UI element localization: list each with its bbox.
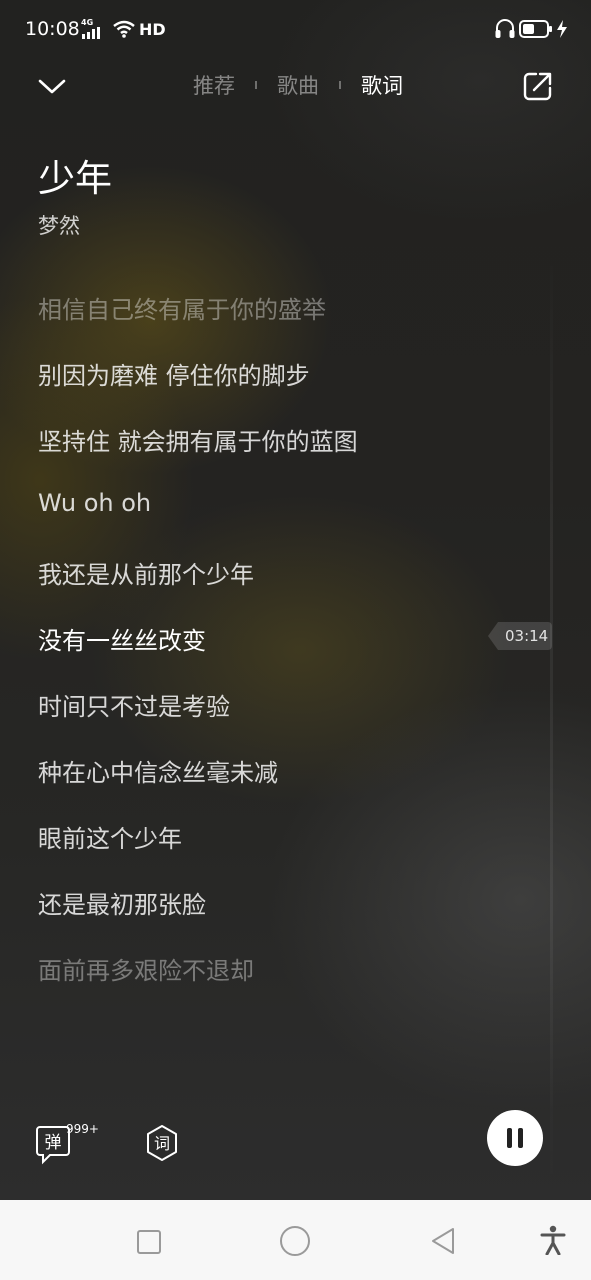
tab-lyrics[interactable]: 歌词 — [361, 70, 403, 100]
headset-icon — [495, 19, 515, 38]
tab-song[interactable]: 歌曲 — [277, 70, 319, 100]
charging-icon — [557, 20, 567, 38]
lyric-line[interactable]: 时间只不过是考验 — [38, 687, 230, 722]
home-button[interactable] — [280, 1226, 310, 1256]
lyric-line[interactable]: Wu oh oh — [38, 489, 151, 517]
chevron-down-icon[interactable] — [38, 74, 66, 98]
lyric-line[interactable]: 坚持住 就会拥有属于你的蓝图 — [38, 422, 358, 457]
lyric-label: 词 — [154, 1134, 170, 1153]
network-type: 4G — [81, 18, 94, 27]
system-navigation-bar — [0, 1200, 591, 1280]
lyric-line[interactable]: 还是最初那张脸 — [38, 885, 206, 920]
back-triangle-icon[interactable] — [430, 1226, 456, 1256]
lyric-line-current[interactable]: 没有一丝丝改变 — [38, 621, 206, 656]
tab-divider — [255, 81, 257, 89]
hd-indicator: HD — [139, 20, 166, 39]
lyric-line[interactable]: 我还是从前那个少年 — [38, 555, 254, 590]
pause-icon — [507, 1128, 512, 1148]
pause-button[interactable] — [487, 1110, 543, 1166]
top-navigation: 推荐 歌曲 歌词 — [0, 60, 591, 112]
accessibility-icon[interactable] — [540, 1225, 566, 1255]
lyric-line[interactable]: 种在心中信念丝毫未减 — [38, 753, 278, 788]
status-time: 10:08 — [25, 18, 80, 40]
recent-apps-button[interactable] — [137, 1230, 161, 1254]
danmu-label: 弹 — [45, 1133, 62, 1153]
lyric-line[interactable]: 相信自己终有属于你的盛举 — [38, 290, 326, 325]
tab-bar: 推荐 歌曲 歌词 — [193, 70, 403, 100]
tab-recommend[interactable]: 推荐 — [193, 70, 235, 100]
wifi-icon — [113, 20, 135, 38]
danmu-count-badge: 999+ — [66, 1122, 99, 1136]
tab-divider — [339, 81, 341, 89]
song-artist[interactable]: 梦然 — [38, 210, 80, 240]
share-icon[interactable] — [522, 70, 554, 102]
lyric-line[interactable]: 面前再多艰险不退却 — [38, 951, 254, 986]
signal-icon — [82, 27, 100, 39]
lyric-line[interactable]: 眼前这个少年 — [38, 819, 182, 854]
battery-icon — [519, 20, 552, 38]
lyrics-scroll-track — [550, 255, 553, 1185]
lyric-line[interactable]: 别因为磨难 停住你的脚步 — [38, 356, 310, 391]
pause-icon-bar — [518, 1128, 523, 1148]
status-bar: 10:08 4G HD — [0, 0, 591, 60]
lyric-style-button[interactable]: 词 — [144, 1125, 180, 1161]
song-title: 少年 — [38, 157, 112, 200]
lyric-badge-icon: 词 — [147, 1125, 177, 1161]
seek-time-label: 03:14 — [505, 627, 549, 645]
